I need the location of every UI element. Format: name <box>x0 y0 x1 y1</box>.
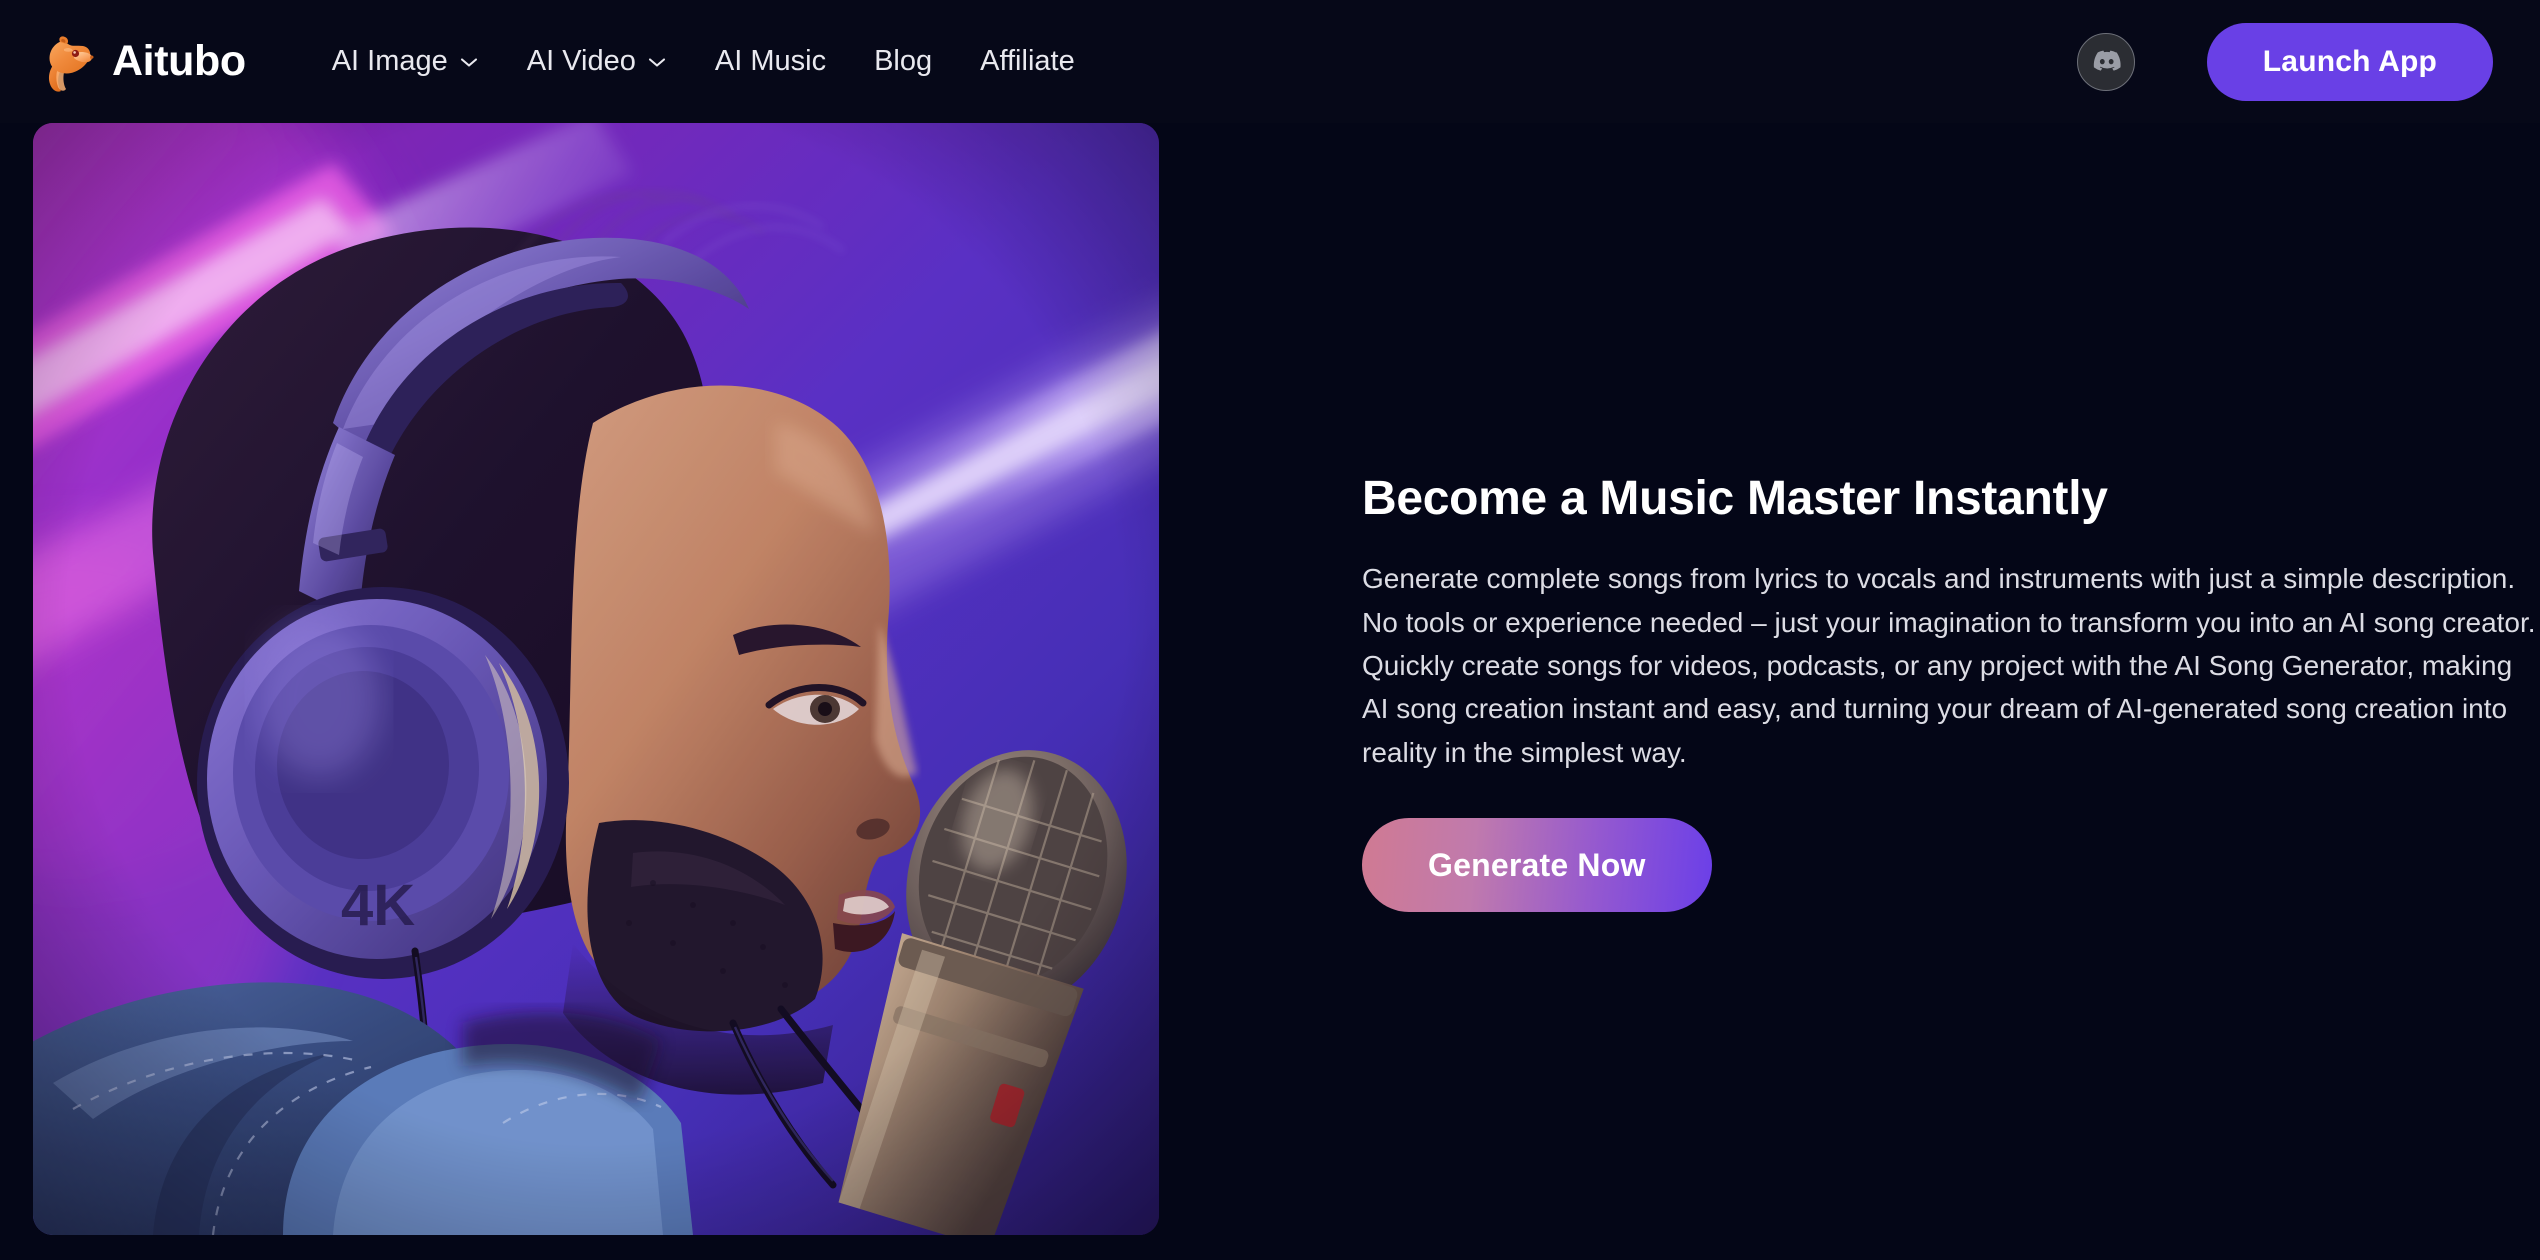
otter-mascot-logo-icon <box>49 35 94 92</box>
hero-section: 4K <box>0 123 2540 1260</box>
hero-title: Become a Music Master Instantly <box>1362 472 2108 525</box>
brand-logo-link[interactable]: Aitubo <box>42 31 246 93</box>
hero-description: Generate complete songs from lyrics to v… <box>1362 563 2536 768</box>
hero-copy: Become a Music Master Instantly Generate… <box>1159 123 2540 913</box>
nav-item-label: Blog <box>874 45 933 77</box>
nav-item-affiliate[interactable]: Affiliate <box>956 37 1099 86</box>
nav-item-label: AI Music <box>714 45 827 77</box>
discord-icon <box>2094 50 2121 71</box>
hero-photo-singer: 4K <box>33 123 1159 1235</box>
generate-now-button[interactable]: Generate Now <box>1362 818 1712 913</box>
hero-image: 4K <box>33 123 1159 1235</box>
nav-item-ai-music[interactable]: AI Music <box>691 37 850 86</box>
nav-item-label: Affiliate <box>980 45 1075 77</box>
nav-item-label: AI Video <box>526 45 636 77</box>
nav-item-label: AI Image <box>331 45 448 77</box>
discord-link[interactable] <box>2076 32 2135 91</box>
nav-item-blog[interactable]: Blog <box>850 37 956 86</box>
header-actions: Launch App <box>2076 22 2493 101</box>
nav-item-ai-video[interactable]: AI Video <box>503 37 691 86</box>
nav-item-ai-image[interactable]: AI Image <box>308 37 503 86</box>
chevron-down-icon <box>648 57 665 67</box>
chevron-down-icon <box>460 57 477 67</box>
brand-name: Aitubo <box>112 37 246 85</box>
site-header: Aitubo AI Image AI Video AI Music Blog A… <box>0 0 2540 123</box>
launch-app-button[interactable]: Launch App <box>2206 22 2493 101</box>
main-navigation: AI Image AI Video AI Music Blog Affiliat… <box>308 37 1099 86</box>
